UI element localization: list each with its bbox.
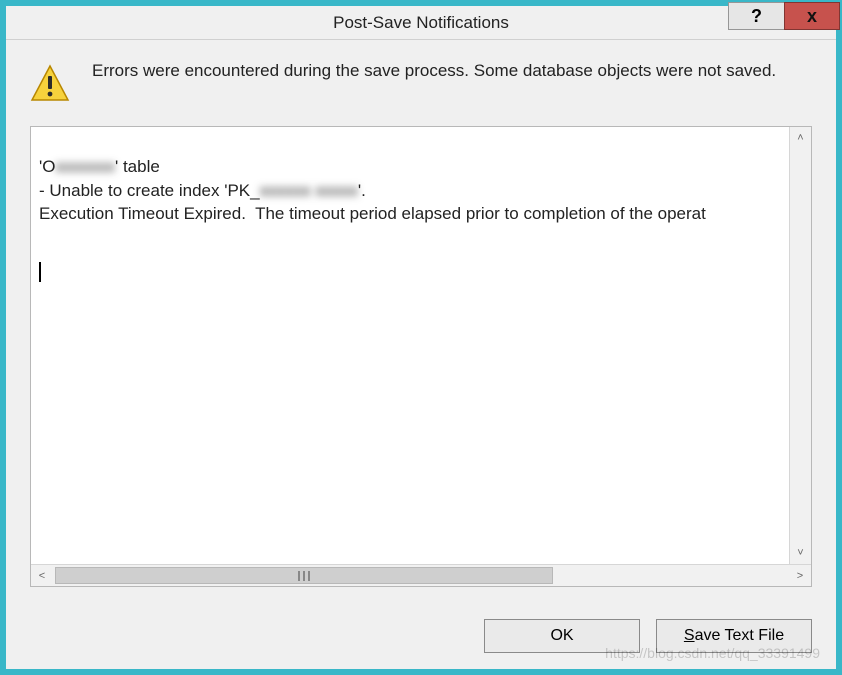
dialog-window: Post-Save Notifications ? x Errors were … [0, 0, 842, 675]
scroll-down-button[interactable]: ˅ [790, 542, 811, 564]
details-textbox[interactable]: 'Oxxxxxxx' table - Unable to create inde… [30, 126, 812, 587]
text-caret [39, 262, 41, 282]
details-line1-redacted: xxxxxxx [55, 155, 115, 179]
details-line3: Execution Timeout Expired. The timeout p… [39, 204, 706, 223]
close-icon: x [807, 6, 817, 27]
horizontal-scrollbar[interactable]: < > [31, 564, 811, 586]
titlebar-buttons: ? x [728, 2, 840, 30]
message-text: Errors were encountered during the save … [92, 60, 776, 104]
scroll-left-button[interactable]: < [31, 565, 53, 586]
ok-button[interactable]: OK [484, 619, 640, 653]
warning-icon [30, 64, 70, 104]
help-icon: ? [751, 6, 762, 27]
details-line2-prefix: - Unable to create index 'PK_ [39, 181, 260, 200]
dialog-content: Errors were encountered during the save … [6, 40, 836, 603]
scroll-right-button[interactable]: > [789, 565, 811, 586]
ok-button-label: OK [550, 627, 573, 645]
details-line1-suffix: ' table [115, 157, 160, 176]
details-line1-prefix: 'O [39, 157, 55, 176]
close-button[interactable]: x [784, 2, 840, 30]
titlebar-title: Post-Save Notifications [6, 13, 836, 33]
details-line2-redacted: xxxxxx xxxxx [260, 179, 358, 203]
help-button[interactable]: ? [728, 2, 784, 30]
scroll-up-button[interactable]: ˄ [790, 127, 811, 149]
save-text-file-label: Save Text File [684, 627, 784, 645]
vertical-scrollbar[interactable]: ˄ ˅ [789, 127, 811, 564]
save-text-file-button[interactable]: Save Text File [656, 619, 812, 653]
message-row: Errors were encountered during the save … [30, 60, 812, 104]
horizontal-scroll-track[interactable] [53, 565, 789, 586]
titlebar: Post-Save Notifications ? x [6, 6, 836, 40]
horizontal-scroll-thumb[interactable] [55, 567, 553, 584]
dialog-footer: OK Save Text File [6, 603, 836, 669]
details-content: 'Oxxxxxxx' table - Unable to create inde… [31, 127, 789, 564]
